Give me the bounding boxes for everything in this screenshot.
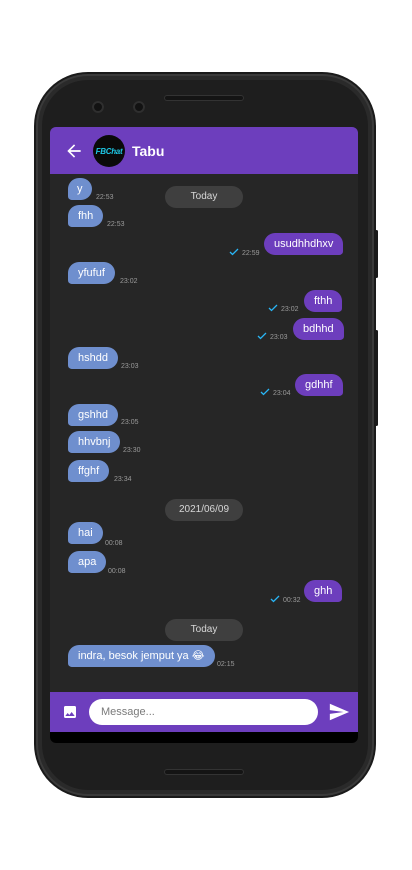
power-button (375, 330, 378, 426)
message-bubble-incoming[interactable]: gshhd (68, 404, 118, 426)
double-check-icon (270, 595, 280, 603)
send-icon[interactable] (328, 701, 350, 723)
app-bar: FBChat Tabu (50, 127, 358, 174)
message-bubble-outgoing[interactable]: ghh (304, 580, 343, 602)
volume-button (375, 230, 378, 278)
earpiece-speaker (164, 95, 244, 101)
image-icon[interactable] (62, 704, 78, 720)
message-time: 22:59 (242, 250, 260, 257)
message-time: 23:03 (270, 334, 288, 341)
back-arrow-icon[interactable] (64, 141, 84, 161)
message-bubble-incoming[interactable]: apa (68, 551, 107, 573)
message-bubble-outgoing[interactable]: gdhhf (295, 374, 343, 396)
message-list[interactable]: Today 2021/06/09 Today y 22:53 fhh 22:53… (50, 174, 358, 692)
message-bubble-incoming[interactable]: y (68, 178, 92, 200)
message-time: 22:53 (107, 221, 125, 228)
message-time: 00:08 (105, 540, 123, 547)
message-bubble-incoming[interactable]: hhvbnj (68, 431, 121, 453)
message-bubble-incoming[interactable]: hai (68, 522, 103, 544)
double-check-icon (257, 332, 267, 340)
date-chip: Today (165, 619, 243, 641)
message-time: 23:30 (123, 447, 141, 454)
nav-bar-area (50, 732, 358, 743)
date-chip: 2021/06/09 (165, 499, 243, 521)
message-bubble-outgoing[interactable]: usudhhdhxv (264, 233, 344, 255)
message-time: 00:08 (108, 568, 126, 575)
message-composer (50, 692, 358, 732)
message-bubble-incoming[interactable]: ffghf (68, 460, 110, 482)
message-time: 00:32 (283, 597, 301, 604)
message-time: 23:03 (121, 363, 139, 370)
date-chip: Today (165, 186, 243, 208)
bottom-speaker (164, 769, 244, 775)
message-time: 23:02 (120, 278, 138, 285)
message-bubble-outgoing[interactable]: fthh (304, 290, 343, 312)
avatar-logo-text: FBChat (95, 146, 123, 156)
message-time: 23:34 (114, 476, 132, 483)
front-camera (92, 101, 104, 113)
chat-title: Tabu (132, 143, 165, 159)
message-bubble-incoming[interactable]: yfufuf (68, 262, 115, 284)
double-check-icon (229, 248, 239, 256)
app-screen: FBChat Tabu Today 2021/06/09 Today y 22:… (50, 127, 358, 743)
message-input[interactable] (89, 699, 318, 725)
message-time: 23:05 (121, 419, 139, 426)
message-bubble-incoming[interactable]: hshdd (68, 347, 118, 369)
message-time: 02:15 (217, 661, 235, 668)
message-time: 23:04 (273, 390, 291, 397)
double-check-icon (260, 388, 270, 396)
double-check-icon (268, 304, 278, 312)
message-bubble-incoming[interactable]: fhh (68, 205, 104, 227)
message-time: 23:02 (281, 306, 299, 313)
front-sensor (133, 101, 145, 113)
message-bubble-outgoing[interactable]: bdhhd (293, 318, 344, 340)
avatar[interactable]: FBChat (93, 135, 125, 167)
message-time: 22:53 (96, 194, 114, 201)
message-bubble-incoming[interactable]: indra, besok jemput ya 😂 (68, 645, 215, 667)
